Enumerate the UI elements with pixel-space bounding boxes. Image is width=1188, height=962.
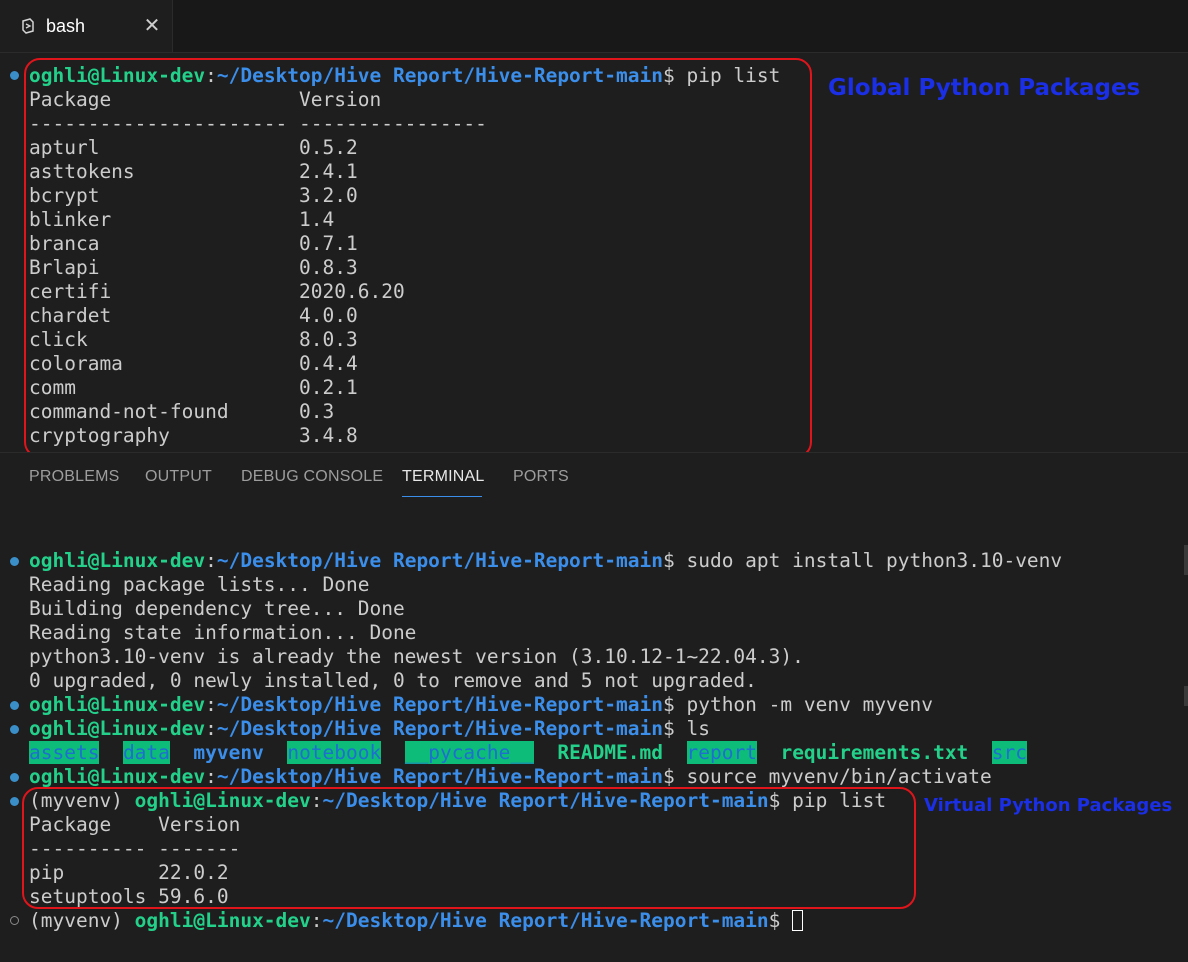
scrollbar-marker[interactable] [1184,686,1188,706]
tab-ports[interactable]: PORTS [513,468,569,490]
tab-terminal[interactable]: TERMINAL [402,468,485,490]
command-status-dot [10,557,19,566]
prompt-line: oghli@Linux-dev:~/Desktop/Hive Report/Hi… [29,549,1063,572]
command-status-dot [10,71,19,80]
global-packages-annotation: Global Python Packages [828,75,1141,101]
command-status-dot [10,797,19,806]
terminal-tab-bash[interactable]: bash ✕ [0,0,173,52]
global-packages-highlight [24,58,812,458]
tab-debug-console[interactable]: DEBUG CONSOLE [241,468,383,490]
terminal-icon [22,18,34,34]
output-line: python3.10-venv is already the newest ve… [29,645,804,668]
ls-entry: src [991,741,1028,764]
output-line: Building dependency tree... Done [29,597,405,620]
command-status-dot [10,701,19,710]
output-line: 0 upgraded, 0 newly installed, 0 to remo… [29,669,757,692]
prompt-line: oghli@Linux-dev:~/Desktop/Hive Report/Hi… [29,693,934,716]
terminal-tab-bar: bash ✕ [0,0,1188,53]
virtual-packages-highlight [22,787,916,909]
output-line: Reading package lists... Done [29,573,370,596]
prompt-line: oghli@Linux-dev:~/Desktop/Hive Report/Hi… [29,717,710,740]
ls-entry: requirements.txt [780,741,969,764]
tab-problems[interactable]: PROBLEMS [29,468,120,490]
prompt-line: oghli@Linux-dev:~/Desktop/Hive Report/Hi… [29,765,992,788]
ls-entry: report [686,741,757,764]
ls-entry: myvenv [193,741,264,764]
tab-output[interactable]: OUTPUT [145,468,212,490]
ls-entry: __pycache__ [404,741,534,764]
terminal-cursor[interactable] [792,910,804,931]
prompt-line: (myvenv) oghli@Linux-dev:~/Desktop/Hive … [29,909,804,933]
ls-entry: data [122,741,170,764]
active-tab-indicator [402,496,482,497]
command-status-dot [10,916,19,925]
tab-label: bash [46,15,86,36]
ls-entry: assets [29,741,100,764]
command-status-dot [10,725,19,734]
scrollbar-marker[interactable] [1184,545,1188,575]
ls-entry: notebook [287,741,382,764]
output-line: Reading state information... Done [29,621,417,644]
ls-output: assets data myvenv notebook __pycache__ … [29,741,1028,765]
command-status-dot [10,773,19,782]
panel-tab-bar: PROBLEMS OUTPUT DEBUG CONSOLE TERMINAL P… [0,452,1188,503]
ls-entry: README.md [557,741,664,764]
close-icon[interactable]: ✕ [142,15,162,35]
virtual-packages-annotation: Virtual Python Packages [924,795,1173,816]
